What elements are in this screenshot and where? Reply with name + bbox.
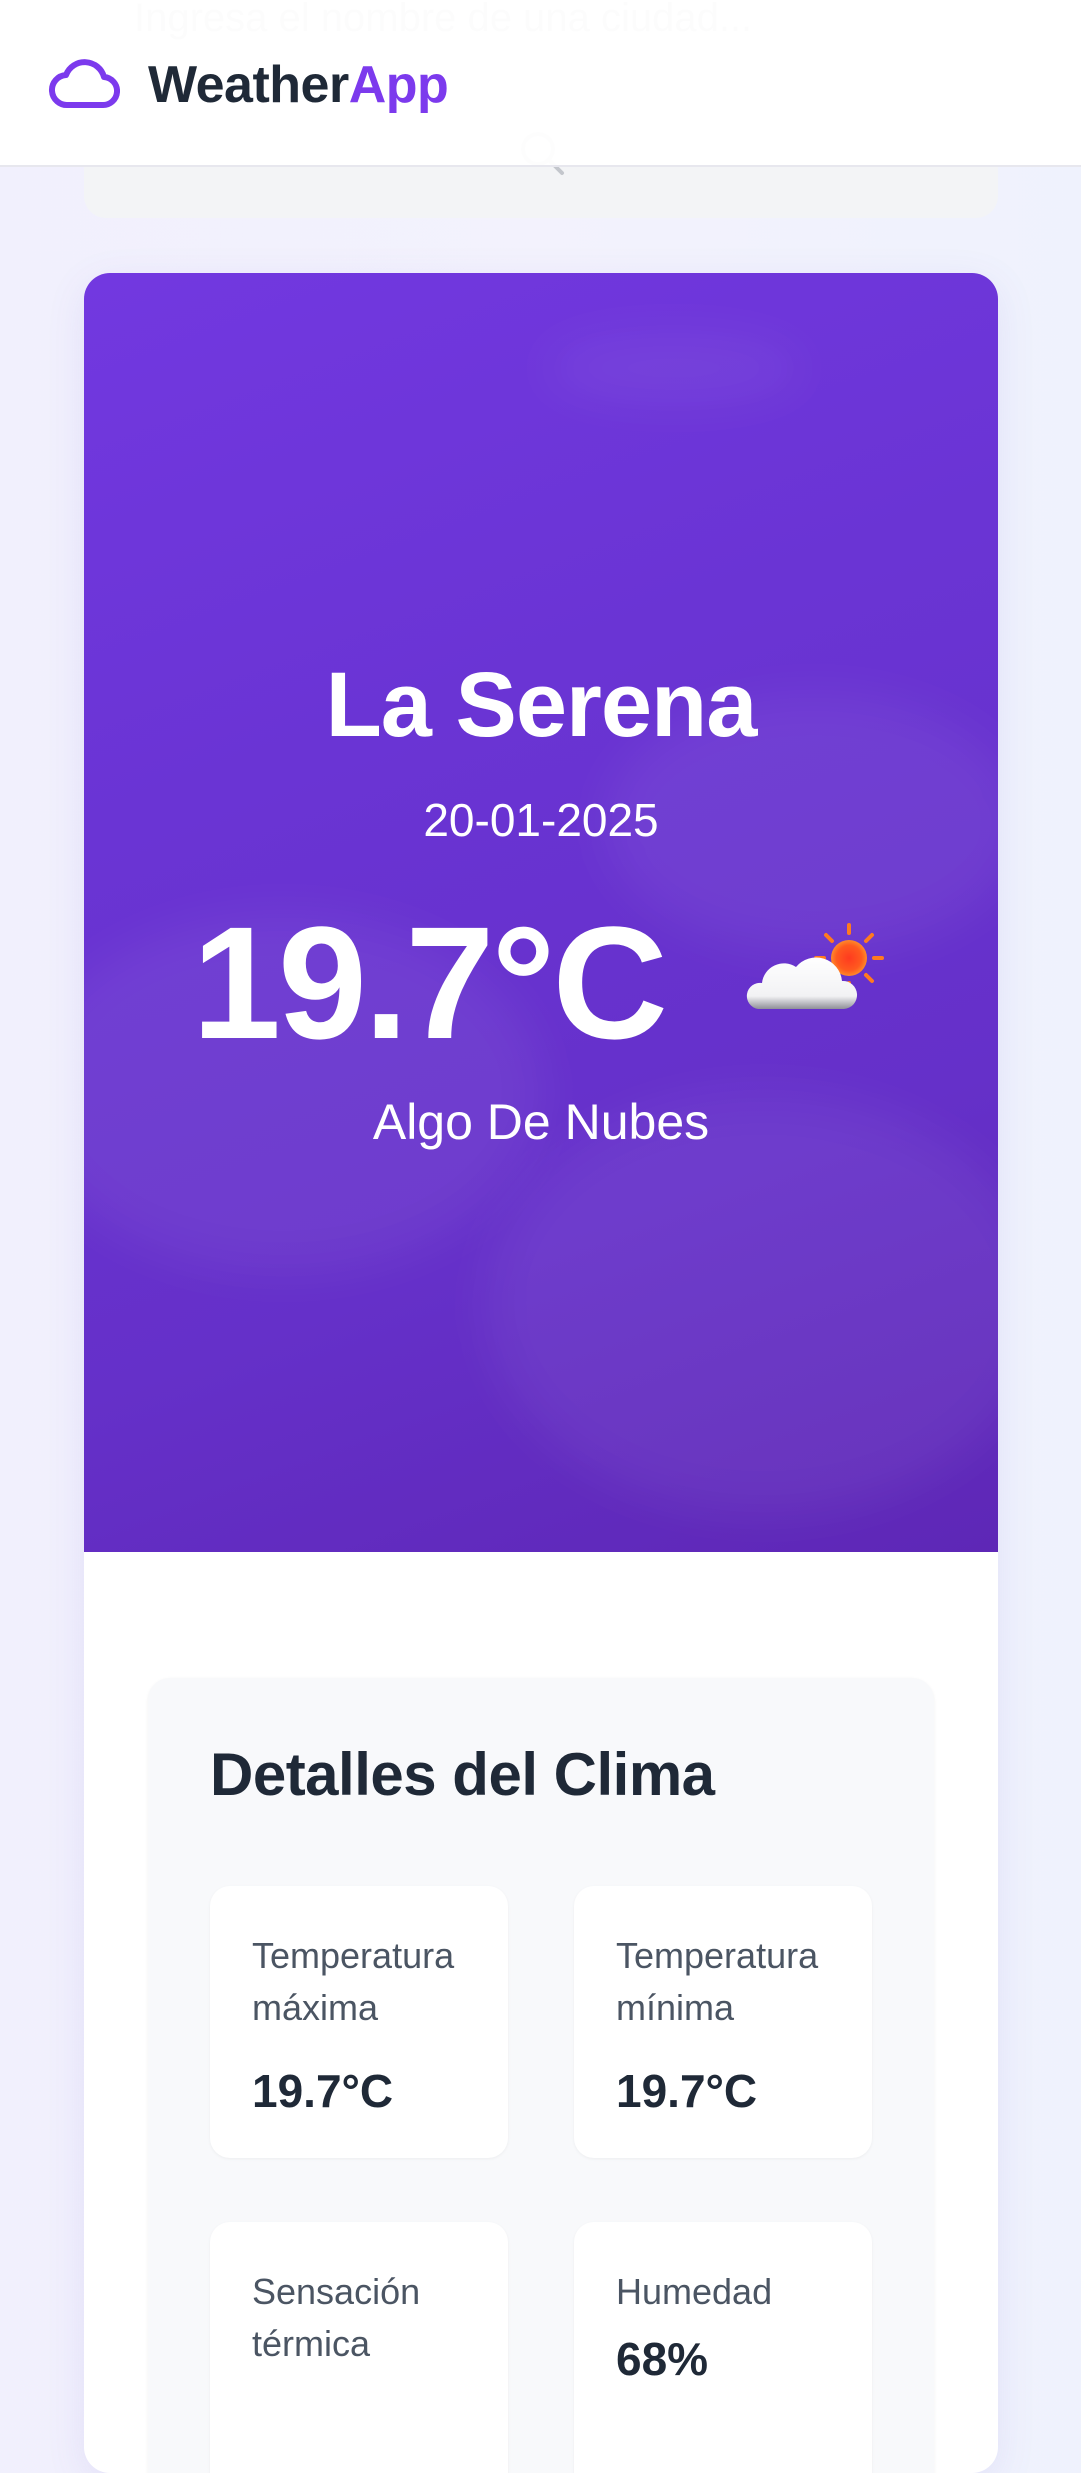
detail-label: Humedad bbox=[616, 2271, 773, 2312]
brand-text-app: App bbox=[348, 56, 449, 114]
brand-text-weather: Weather bbox=[148, 56, 349, 114]
cloud-icon[interactable] bbox=[48, 53, 120, 113]
weather-card: La Serena 20-01-2025 19.7°C Algo De Nube… bbox=[84, 273, 998, 2473]
city-name: La Serena bbox=[325, 654, 758, 756]
detail-tile-humidity: Humedad 68% bbox=[574, 2222, 872, 2473]
detail-tile-max-temp: Temperatura máxima 19.7°C bbox=[210, 1886, 508, 2158]
brand-logo[interactable]: WeatherApp bbox=[148, 50, 449, 120]
detail-label: Temperatura mínima bbox=[616, 1935, 819, 2028]
app-header: WeatherApp bbox=[0, 0, 1081, 167]
detail-tile-min-temp: Temperatura mínima 19.7°C bbox=[574, 1886, 872, 2158]
detail-label: Temperatura máxima bbox=[252, 1935, 455, 2028]
background-cloud bbox=[484, 1093, 998, 1513]
weather-details-panel: Detalles del Clima Temperatura máxima 19… bbox=[148, 1678, 934, 2473]
partly-cloudy-icon bbox=[746, 923, 884, 1009]
detail-value: 19.7°C bbox=[616, 2065, 758, 2117]
details-title: Detalles del Clima bbox=[210, 1741, 715, 1808]
weather-description: Algo De Nubes bbox=[372, 1094, 710, 1150]
detail-label: Sensación térmica bbox=[252, 2271, 421, 2364]
current-temperature: 19.7°C bbox=[192, 893, 668, 1072]
background-cloud bbox=[544, 333, 804, 403]
weather-date: 20-01-2025 bbox=[423, 794, 659, 846]
detail-value: 68% bbox=[616, 2333, 709, 2385]
detail-tile-feels-like: Sensación térmica bbox=[210, 2222, 508, 2473]
detail-value: 19.7°C bbox=[252, 2065, 394, 2117]
weather-hero: La Serena 20-01-2025 19.7°C Algo De Nube… bbox=[84, 273, 998, 1552]
